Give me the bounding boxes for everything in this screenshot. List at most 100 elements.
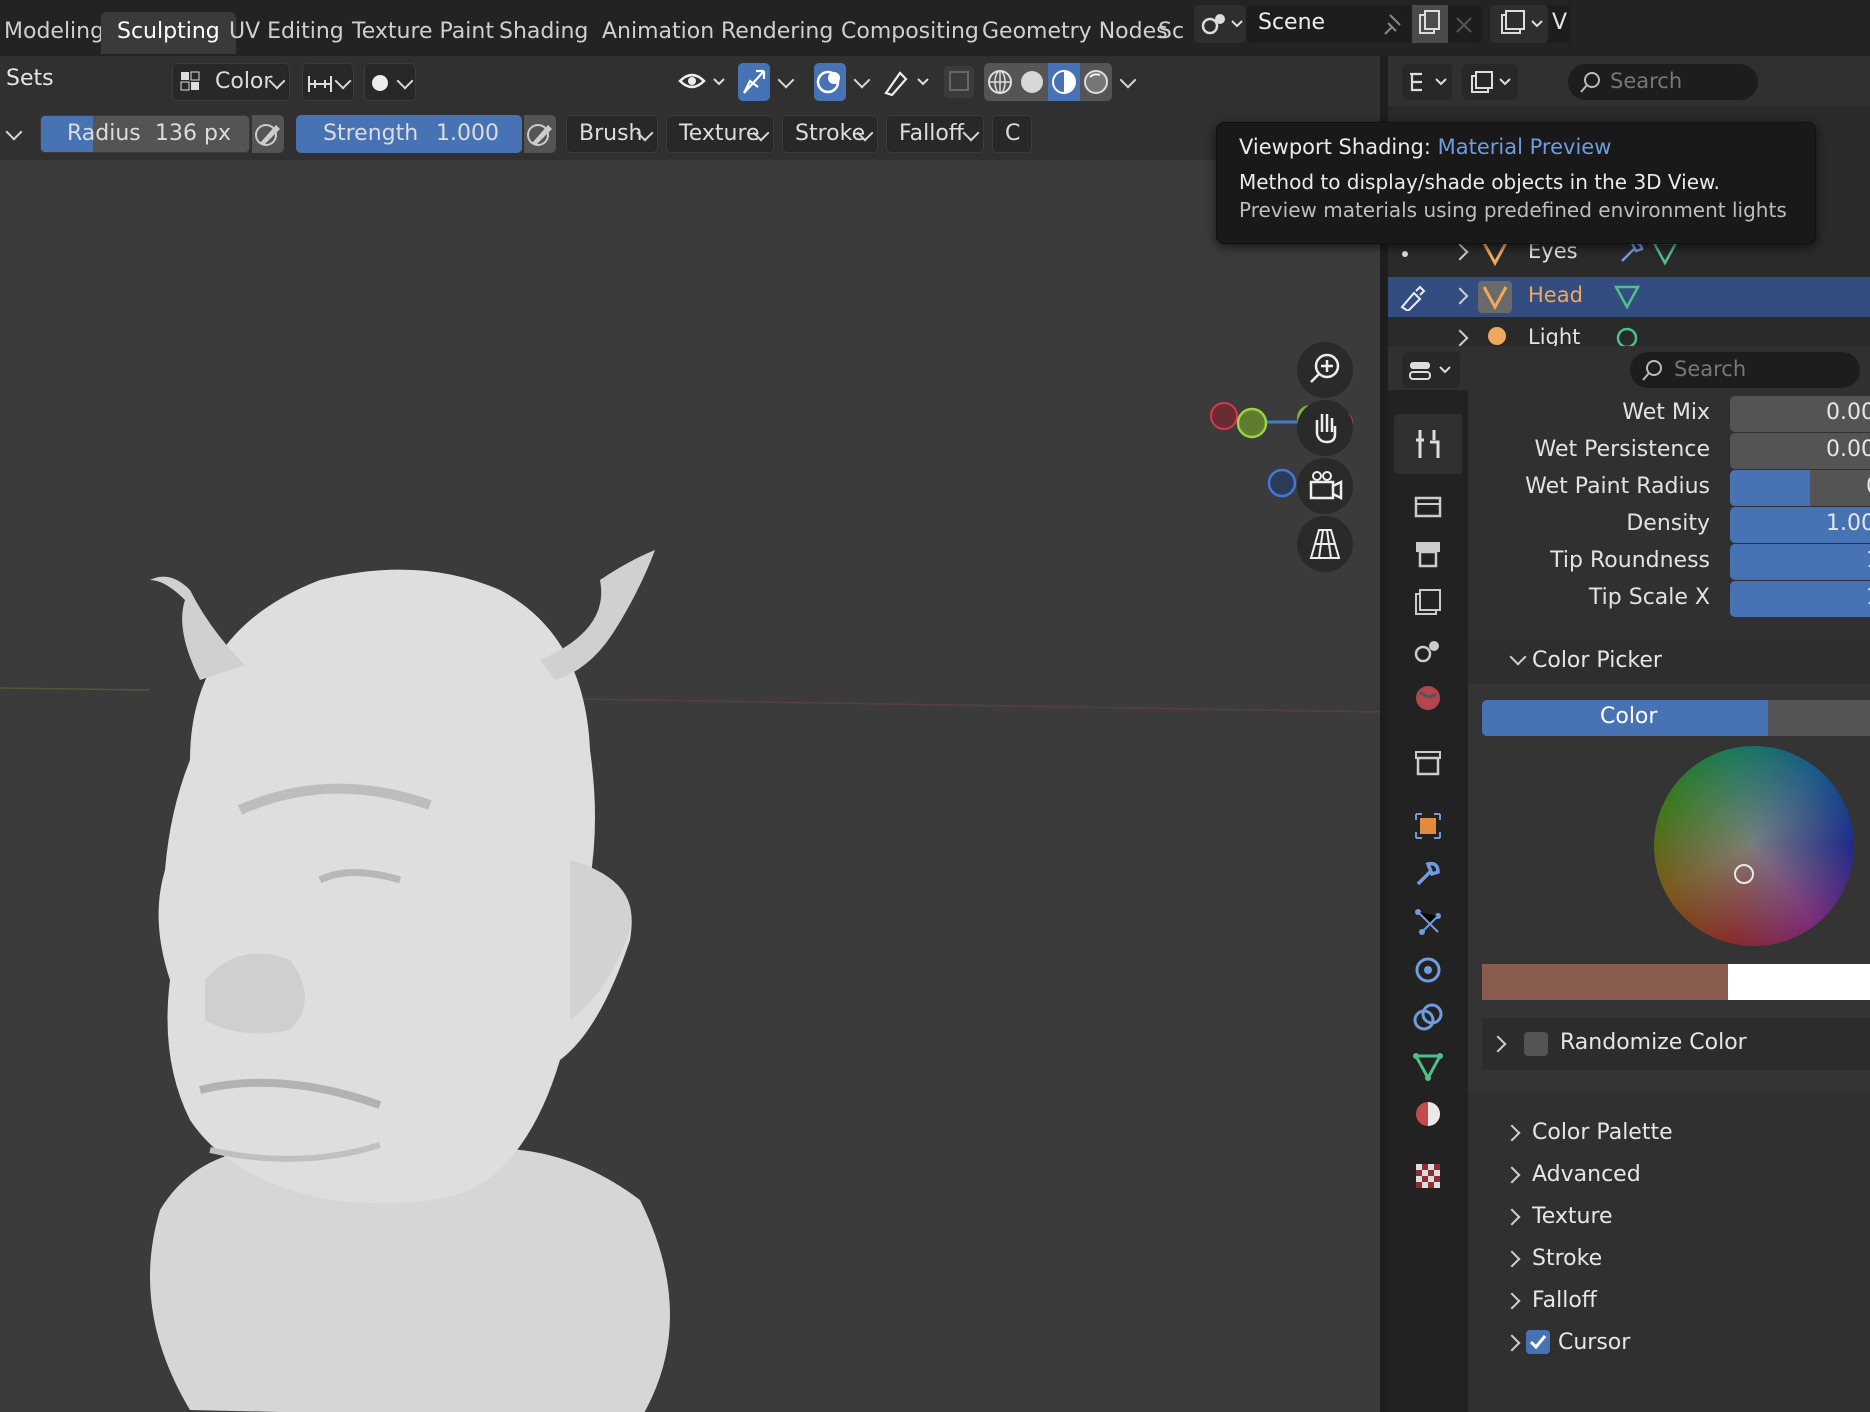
physics-properties-icon[interactable]: [1408, 950, 1448, 990]
scene-icon: [1201, 14, 1243, 35]
collection-properties-icon[interactable]: [1408, 742, 1448, 782]
cursor-panel-header[interactable]: Cursor: [1468, 1320, 1870, 1364]
radius-pressure-toggle[interactable]: [252, 115, 284, 153]
selectable-dot-icon[interactable]: [1402, 251, 1408, 257]
camera-view-button[interactable]: [1297, 458, 1353, 514]
render-properties-icon[interactable]: [1408, 486, 1448, 526]
expand-arrow-icon[interactable]: [1451, 243, 1469, 261]
texture-panel-header[interactable]: Texture: [1468, 1194, 1870, 1238]
tab-scripting[interactable]: Sc: [1158, 14, 1184, 50]
pin-icon[interactable]: [1380, 11, 1408, 39]
xray-toggle[interactable]: [944, 66, 974, 98]
editor-type-dropdown[interactable]: [1402, 352, 1460, 388]
gizmo-dropdown[interactable]: [772, 63, 800, 101]
particles-properties-icon[interactable]: [1408, 902, 1448, 942]
tip-scale-x-slider[interactable]: 1: [1730, 581, 1870, 617]
texture-menu[interactable]: Texture: [666, 115, 774, 153]
scene-browse-button[interactable]: [1194, 5, 1246, 43]
active-object-icon-box: [1478, 281, 1512, 313]
constraints-properties-icon[interactable]: [1408, 998, 1448, 1038]
expand-arrow-icon[interactable]: [1451, 287, 1469, 305]
stroke-menu[interactable]: Stroke: [782, 115, 878, 153]
scene-name-field[interactable]: Scene: [1246, 5, 1482, 43]
close-icon[interactable]: [1452, 13, 1476, 37]
wet-mix-field[interactable]: 0.00: [1730, 396, 1870, 432]
pan-button[interactable]: [1297, 400, 1353, 456]
material-properties-icon[interactable]: [1408, 1094, 1448, 1134]
3d-viewport[interactable]: Y X: [0, 160, 1380, 1412]
cursor-menu[interactable]: C: [992, 115, 1032, 153]
world-properties-icon[interactable]: [1408, 678, 1448, 718]
radius-slider[interactable]: Radius 136 px: [40, 115, 250, 153]
properties-search-input[interactable]: Search: [1630, 352, 1860, 388]
wet-paint-radius-slider[interactable]: 0: [1730, 470, 1870, 506]
view-layer-field[interactable]: V: [1548, 5, 1570, 43]
xray-brush-dropdown[interactable]: [880, 63, 932, 101]
density-slider[interactable]: 1.00: [1730, 507, 1870, 543]
tab-shading[interactable]: Shading: [499, 14, 588, 50]
rendered-shading-button[interactable]: [1080, 63, 1112, 101]
face-sets-menu[interactable]: Sets: [6, 66, 54, 91]
texture-properties-icon[interactable]: [1408, 1156, 1448, 1196]
randomize-color-checkbox[interactable]: [1524, 1032, 1548, 1056]
color-picker-panel-header[interactable]: Color Picker: [1468, 640, 1870, 684]
modifier-properties-icon[interactable]: [1408, 854, 1448, 894]
tool-dropdown[interactable]: [0, 115, 30, 153]
tab-animation[interactable]: Animation: [602, 14, 714, 50]
tab-geometry-nodes[interactable]: Geometry Nodes: [982, 14, 1168, 50]
brush-menu[interactable]: Brush: [566, 115, 658, 153]
tab-uv-editing[interactable]: UV Editing: [229, 14, 344, 50]
gradient-tab-button[interactable]: [1768, 700, 1870, 736]
solid-shading-button[interactable]: [1016, 63, 1048, 101]
color-wheel-cursor[interactable]: [1734, 864, 1754, 884]
tab-texture-paint[interactable]: Texture Paint: [352, 14, 494, 50]
color-wheel[interactable]: [1654, 746, 1854, 946]
new-scene-button[interactable]: [1412, 5, 1448, 43]
falloff-menu-label: Falloff: [899, 121, 964, 146]
scene-properties-icon[interactable]: [1408, 630, 1448, 670]
visibility-dropdown[interactable]: [676, 63, 728, 101]
perspective-toggle-button[interactable]: [1297, 516, 1353, 572]
tip-roundness-slider[interactable]: 1: [1730, 544, 1870, 580]
material-preview-shading-button[interactable]: [1048, 63, 1080, 101]
falloff-panel-header[interactable]: Falloff: [1468, 1278, 1870, 1322]
zoom-button[interactable]: [1297, 342, 1353, 398]
falloff-menu[interactable]: Falloff: [886, 115, 984, 153]
secondary-color-swatch[interactable]: [1728, 964, 1870, 1000]
strength-pressure-toggle[interactable]: [524, 115, 556, 153]
strength-slider[interactable]: Strength 1.000: [296, 115, 522, 153]
mesh-data-properties-icon[interactable]: [1408, 1046, 1448, 1086]
outliner-search-input[interactable]: Search: [1568, 64, 1758, 100]
overlays-toggle[interactable]: [814, 63, 846, 101]
output-properties-icon[interactable]: [1408, 534, 1448, 574]
advanced-panel-header[interactable]: Advanced: [1468, 1152, 1870, 1196]
shading-dropdown[interactable]: [1114, 63, 1142, 101]
cursor-checkbox[interactable]: [1526, 1330, 1550, 1354]
view-layer-browse-button[interactable]: [1490, 5, 1548, 43]
randomize-color-subpanel-header[interactable]: Randomize Color: [1482, 1018, 1870, 1070]
tab-compositing[interactable]: Compositing: [841, 14, 979, 50]
view-layer-properties-icon[interactable]: [1408, 582, 1448, 622]
outliner-row-selected[interactable]: Head: [1388, 277, 1870, 317]
primary-color-swatch[interactable]: [1482, 964, 1728, 1000]
color-tab-button[interactable]: Color: [1482, 700, 1768, 736]
expand-arrow-icon[interactable]: [1451, 329, 1469, 346]
tab-modeling[interactable]: Modeling: [4, 14, 104, 50]
brush-display-dropdown[interactable]: [364, 63, 416, 101]
color-mode-dropdown[interactable]: Color: [172, 63, 290, 101]
wet-persistence-field[interactable]: 0.00: [1730, 433, 1870, 469]
tab-sculpting[interactable]: Sculpting: [101, 12, 236, 54]
gizmo-toggle[interactable]: [738, 63, 770, 101]
area-separator[interactable]: [1380, 56, 1388, 1412]
display-mode-dropdown[interactable]: [1462, 64, 1518, 100]
editor-type-dropdown[interactable]: [1402, 64, 1452, 100]
color-palette-panel-header[interactable]: Color Palette: [1468, 1110, 1870, 1154]
outliner-row[interactable]: Light: [1388, 319, 1870, 346]
tab-tool[interactable]: [1394, 414, 1462, 474]
overlays-dropdown[interactable]: [848, 63, 876, 101]
tab-rendering[interactable]: Rendering: [721, 14, 833, 50]
symmetry-dropdown[interactable]: [302, 63, 354, 101]
stroke-panel-header[interactable]: Stroke: [1468, 1236, 1870, 1280]
object-properties-icon[interactable]: [1408, 806, 1448, 846]
wireframe-shading-button[interactable]: [984, 63, 1016, 101]
